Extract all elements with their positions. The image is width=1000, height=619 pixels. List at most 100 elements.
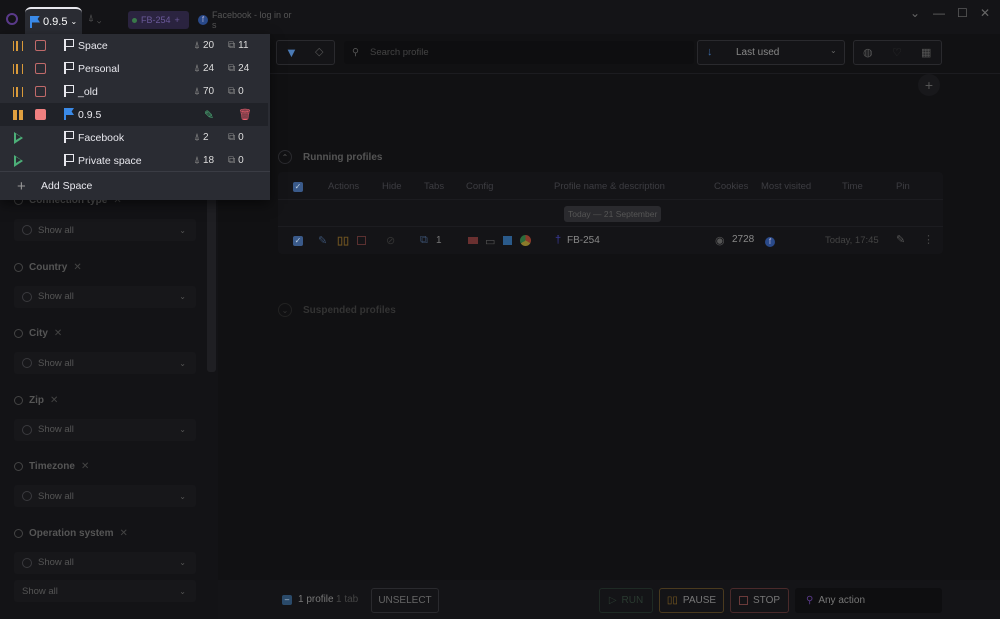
space-item[interactable]: Private space ⍋ 18 ⧉ 0 (0, 149, 268, 172)
play-icon[interactable] (14, 154, 23, 167)
space-selector[interactable]: 0.9.5 ⌄ (25, 7, 82, 34)
tab-facebook[interactable]: f Facebook - log in or s (198, 10, 298, 30)
eraser-icon[interactable]: ◇ (315, 45, 323, 58)
info-icon (14, 262, 23, 272)
space-item[interactable]: _old ⍋ 70 ⧉ 0 (0, 80, 268, 103)
partial-select-checkbox[interactable]: – (282, 595, 292, 605)
facebook-icon: f (198, 15, 208, 25)
space-item[interactable]: Personal ⍋ 24 ⧉ 24 (0, 57, 268, 80)
filter-type-icon (22, 491, 32, 501)
unselect-button[interactable]: UNSELECT (371, 588, 439, 613)
filter-type-icon (22, 358, 32, 368)
add-profile-button[interactable]: + (918, 74, 940, 96)
stop-icon[interactable] (35, 40, 46, 51)
sort-direction-icon[interactable]: ↓ (707, 46, 713, 58)
more-icon[interactable]: ⋮ (923, 233, 934, 246)
space-item[interactable]: Space ⍋ 20 ⧉ 11 (0, 34, 268, 57)
stop-button[interactable]: STOP (730, 588, 789, 613)
clear-filter-icon[interactable]: ✕ (119, 528, 127, 539)
table-row[interactable]: ✓ ✎ ▯▯ ⊘ ⧉ 1 ▭ † FB-254 ◉ 2728 f Today, … (278, 226, 943, 254)
space-item[interactable]: 0.9.5 ✎ 🗑︎ (0, 103, 268, 126)
clear-filter-icon[interactable]: ✕ (50, 395, 58, 406)
edit-icon[interactable]: ✎ (318, 234, 327, 247)
pause-icon[interactable] (13, 86, 23, 97)
filter-select[interactable]: Show all ⌄ (14, 285, 196, 308)
run-button[interactable]: ▷ RUN (599, 588, 653, 613)
filter-select[interactable]: Show all ⌄ (14, 219, 196, 241)
filter-select[interactable]: Show all ⌄ (14, 551, 196, 574)
col-tabs: Tabs (424, 181, 445, 192)
collapse-running-button[interactable]: ⌃ (278, 150, 292, 164)
pause-icon[interactable] (13, 63, 23, 74)
extra-select[interactable]: Show all ⌄ (14, 580, 196, 602)
person-icon: ⍋ (194, 86, 200, 97)
clear-filter-icon[interactable]: ✕ (54, 328, 62, 339)
row-checkbox[interactable]: ✓ (293, 236, 303, 246)
tabs-icon: ⧉ (228, 40, 236, 51)
flag-icon (64, 62, 74, 74)
pin-icon: ⚲ (806, 595, 814, 606)
heart-icon[interactable]: ♡ (892, 46, 902, 59)
minimize-button[interactable]: — (933, 6, 945, 20)
stop-icon[interactable] (35, 109, 46, 120)
filter-icon[interactable]: ▼ (285, 45, 298, 60)
stop-icon[interactable] (35, 86, 46, 97)
any-action-select[interactable]: ⚲ Any action (795, 588, 942, 613)
search-icon: ⚲ (352, 47, 359, 58)
info-icon (14, 462, 23, 471)
plus-icon: + (17, 177, 26, 195)
tab-fb-254[interactable]: FB-254 + (128, 11, 189, 29)
filter-type-icon (22, 291, 32, 302)
selected-tabs: 1 tab (336, 594, 359, 605)
profile-menu-button[interactable]: ⍋ ⌄ (88, 13, 102, 24)
hide-icon[interactable]: ⊘ (386, 234, 395, 247)
filter-select[interactable]: Show all ⌄ (14, 485, 196, 507)
close-button[interactable]: ✕ (980, 6, 990, 20)
search-input[interactable]: ⚲ Search profile (344, 41, 694, 64)
calendar-icon[interactable]: ▦ (921, 46, 931, 59)
sort-select[interactable]: Last used (736, 47, 779, 58)
col-cookies[interactable]: Cookies (714, 181, 748, 192)
filter-select[interactable]: Show all ⌄ (14, 352, 196, 374)
running-profiles-heading: Running profiles (303, 152, 383, 163)
col-time[interactable]: Time (842, 181, 863, 192)
sort-control[interactable]: ↓ Last used ⌄ (697, 40, 845, 65)
add-space-button[interactable]: + Add Space (0, 171, 270, 200)
stop-icon[interactable] (35, 63, 46, 74)
filter-label: Zip ✕ (14, 395, 58, 406)
edit-icon[interactable]: ✎ (204, 108, 214, 122)
pause-button[interactable]: ▯▯ PAUSE (659, 588, 724, 613)
profile-name[interactable]: FB-254 (567, 235, 600, 246)
stop-icon[interactable] (357, 236, 366, 245)
chevron-down-icon[interactable]: ⌄ (910, 6, 920, 20)
space-item[interactable]: Facebook ⍋ 2 ⧉ 0 (0, 126, 268, 149)
chevron-down-icon: ⌄ (70, 17, 78, 26)
tabs-count: ⧉ 0 (228, 132, 244, 143)
clear-filter-icon[interactable]: ✕ (73, 262, 81, 273)
pause-icon[interactable] (13, 40, 23, 51)
tabs-icon: ⧉ (228, 132, 236, 143)
expand-suspended-button[interactable]: ⌄ (278, 303, 292, 317)
flag-icon (64, 154, 74, 166)
filter-label: Operation system ✕ (14, 528, 128, 539)
fire-icon[interactable]: ◍ (863, 46, 873, 59)
select-all-checkbox[interactable]: ✓ (293, 182, 303, 192)
pause-icon[interactable]: ▯▯ (337, 234, 349, 247)
app-logo (6, 13, 18, 25)
delete-icon[interactable]: 🗑︎ (238, 108, 252, 121)
col-config[interactable]: Config (466, 181, 493, 192)
pin-icon[interactable]: ✎ (896, 233, 905, 246)
divider (270, 73, 1000, 74)
maximize-button[interactable]: ☐ (957, 6, 968, 20)
clear-filter-icon[interactable]: ✕ (81, 461, 89, 472)
play-icon[interactable] (14, 131, 23, 144)
info-icon (14, 395, 23, 405)
filter-select[interactable]: Show all ⌄ (14, 418, 196, 441)
col-profile-name[interactable]: Profile name & description (554, 181, 665, 192)
pause-icon[interactable] (13, 109, 23, 120)
filter-toggle-group: ▼ ◇ (276, 40, 335, 65)
chevron-down-icon: ⌄ (179, 225, 186, 235)
person-icon: ⍋ (194, 155, 200, 166)
new-tab-button[interactable]: + (175, 15, 180, 25)
tabs-icon: ⧉ (228, 86, 236, 97)
